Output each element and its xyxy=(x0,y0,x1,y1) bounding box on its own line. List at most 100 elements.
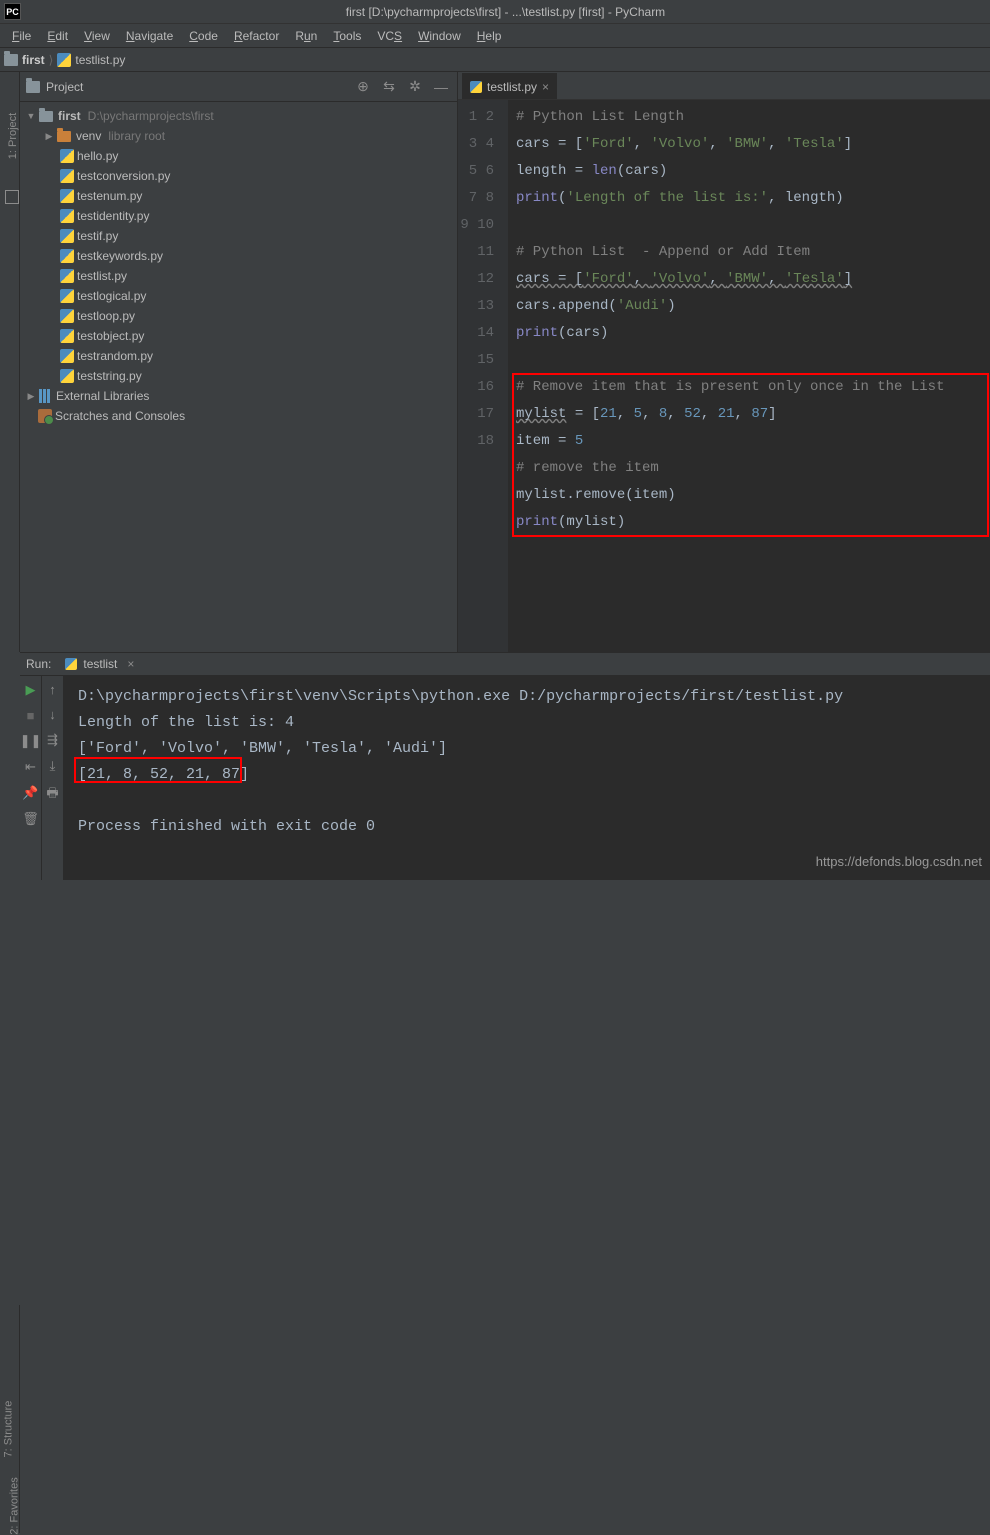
python-file-icon xyxy=(60,289,74,303)
project-tool-tab[interactable]: 1: Project xyxy=(7,113,19,159)
chevron-right-icon: ▶ xyxy=(44,131,54,142)
python-file-icon xyxy=(60,349,74,363)
venv-label: venv xyxy=(76,129,101,143)
menu-navigate[interactable]: Navigate xyxy=(120,27,179,45)
pin-icon[interactable]: 📌 xyxy=(22,785,38,801)
exit-icon[interactable]: ⇤ xyxy=(25,759,36,775)
breadcrumb-bar: first ⟩ testlist.py xyxy=(0,48,990,72)
title-bar: PC first [D:\pycharmprojects\first] - ..… xyxy=(0,0,990,24)
tree-file[interactable]: testrandom.py xyxy=(20,346,457,366)
python-file-icon xyxy=(60,269,74,283)
tree-root-path: D:\pycharmprojects\first xyxy=(88,109,214,123)
up-icon[interactable]: ↑ xyxy=(49,682,56,697)
menu-view[interactable]: View xyxy=(78,27,116,45)
collapse-icon[interactable]: ⇆ xyxy=(379,77,399,97)
tree-venv[interactable]: ▶ venv library root xyxy=(20,126,457,146)
tree-file[interactable]: testenum.py xyxy=(20,186,457,206)
folder-icon xyxy=(4,54,18,66)
line-numbers: 1 2 3 4 5 6 7 8 9 10 11 12 13 14 15 16 1… xyxy=(458,100,508,652)
project-panel-title: Project xyxy=(46,80,83,94)
library-icon xyxy=(39,389,53,403)
tree-root-label: first xyxy=(58,109,81,123)
tree-file[interactable]: testif.py xyxy=(20,226,457,246)
main-area: 1: Project Project ⊕ ⇆ ✲ — ▼ first D:\py… xyxy=(0,72,990,652)
run-output[interactable]: D:\pycharmprojects\first\venv\Scripts\py… xyxy=(64,676,990,880)
tree-root[interactable]: ▼ first D:\pycharmprojects\first xyxy=(20,106,457,126)
menu-code[interactable]: Code xyxy=(183,27,224,45)
python-file-icon xyxy=(60,149,74,163)
run-header: Run: testlist × xyxy=(20,652,990,676)
tree-scratch[interactable]: Scratches and Consoles xyxy=(20,406,457,426)
menu-edit[interactable]: Edit xyxy=(41,27,74,45)
tool-window-stripe-left-bottom: 7: Structure 2: Favorites xyxy=(0,1305,20,1533)
menu-file[interactable]: File xyxy=(6,27,37,45)
tree-file[interactable]: testidentity.py xyxy=(20,206,457,226)
pause-icon[interactable]: ❚❚ xyxy=(20,733,42,749)
python-file-icon xyxy=(60,329,74,343)
tree-file[interactable]: teststring.py xyxy=(20,366,457,386)
python-file-icon xyxy=(60,249,74,263)
tree-file[interactable]: testconversion.py xyxy=(20,166,457,186)
python-file-icon xyxy=(57,53,71,67)
code-editor[interactable]: 1 2 3 4 5 6 7 8 9 10 11 12 13 14 15 16 1… xyxy=(458,100,990,652)
breadcrumb-folder[interactable]: first xyxy=(22,53,45,67)
menu-help[interactable]: Help xyxy=(471,27,508,45)
run-tab-label[interactable]: testlist xyxy=(83,657,117,671)
tree-ext-lib[interactable]: ▶ External Libraries xyxy=(20,386,457,406)
stop-icon[interactable]: ■ xyxy=(27,708,35,723)
project-header: Project ⊕ ⇆ ✲ — xyxy=(20,72,457,102)
watermark-text: https://defonds.blog.csdn.net xyxy=(816,854,982,869)
down-icon[interactable]: ↓ xyxy=(49,707,56,722)
chevron-down-icon: ▼ xyxy=(26,111,36,121)
tree-file[interactable]: testkeywords.py xyxy=(20,246,457,266)
app-logo-icon: PC xyxy=(4,3,21,20)
run-panel: Run: testlist × 7: Structure 2: Favorite… xyxy=(0,652,990,880)
python-file-icon xyxy=(60,209,74,223)
breadcrumb-file[interactable]: testlist.py xyxy=(75,53,125,67)
editor-tab[interactable]: testlist.py × xyxy=(462,73,557,99)
tree-file[interactable]: testlist.py xyxy=(20,266,457,286)
editor-area: testlist.py × 1 2 3 4 5 6 7 8 9 10 11 12… xyxy=(458,72,990,652)
rerun-icon[interactable]: ▶ xyxy=(26,682,36,698)
tool-window-icon[interactable] xyxy=(5,190,19,204)
venv-hint: library root xyxy=(108,129,165,143)
tree-file[interactable]: testobject.py xyxy=(20,326,457,346)
window-title: first [D:\pycharmprojects\first] - ...\t… xyxy=(21,5,990,19)
python-file-icon xyxy=(60,169,74,183)
close-icon[interactable]: × xyxy=(127,657,134,671)
print-icon[interactable]: 🖶 xyxy=(46,784,58,806)
gear-icon[interactable]: ✲ xyxy=(405,77,425,97)
favorites-tool-tab[interactable]: 2: Favorites xyxy=(9,1477,21,1534)
python-file-icon xyxy=(60,189,74,203)
menu-refactor[interactable]: Refactor xyxy=(228,27,285,45)
python-file-icon xyxy=(60,229,74,243)
code-body[interactable]: # Python List Length cars = ['Ford', 'Vo… xyxy=(508,100,990,652)
python-file-icon xyxy=(60,309,74,323)
python-file-icon xyxy=(65,658,77,670)
highlight-box xyxy=(512,373,989,537)
run-label: Run: xyxy=(26,657,51,671)
tree-file[interactable]: hello.py xyxy=(20,146,457,166)
menu-vcs[interactable]: VCS xyxy=(371,27,408,45)
locate-icon[interactable]: ⊕ xyxy=(353,77,373,97)
python-file-icon xyxy=(470,81,482,93)
menu-window[interactable]: Window xyxy=(412,27,467,45)
breadcrumb-separator: ⟩ xyxy=(49,53,54,67)
wrap-icon[interactable]: ⇶ xyxy=(47,732,58,748)
library-folder-icon xyxy=(57,131,71,142)
scroll-icon[interactable]: ⤓ xyxy=(50,758,56,774)
structure-tool-tab[interactable]: 7: Structure xyxy=(2,1401,14,1458)
project-tree: ▼ first D:\pycharmprojects\first ▶ venv … xyxy=(20,102,457,430)
project-sidebar: Project ⊕ ⇆ ✲ — ▼ first D:\pycharmprojec… xyxy=(20,72,458,652)
hide-icon[interactable]: — xyxy=(431,77,451,97)
menu-bar: File Edit View Navigate Code Refactor Ru… xyxy=(0,24,990,48)
trash-icon[interactable]: 🗑 xyxy=(22,811,39,827)
editor-tabs: testlist.py × xyxy=(458,72,990,100)
scratches-icon xyxy=(38,409,52,423)
tree-file[interactable]: testloop.py xyxy=(20,306,457,326)
menu-tools[interactable]: Tools xyxy=(327,27,367,45)
close-icon[interactable]: × xyxy=(542,80,549,94)
menu-run[interactable]: Run xyxy=(289,27,323,45)
tree-file[interactable]: testlogical.py xyxy=(20,286,457,306)
tool-window-stripe-left: 1: Project xyxy=(0,72,20,652)
